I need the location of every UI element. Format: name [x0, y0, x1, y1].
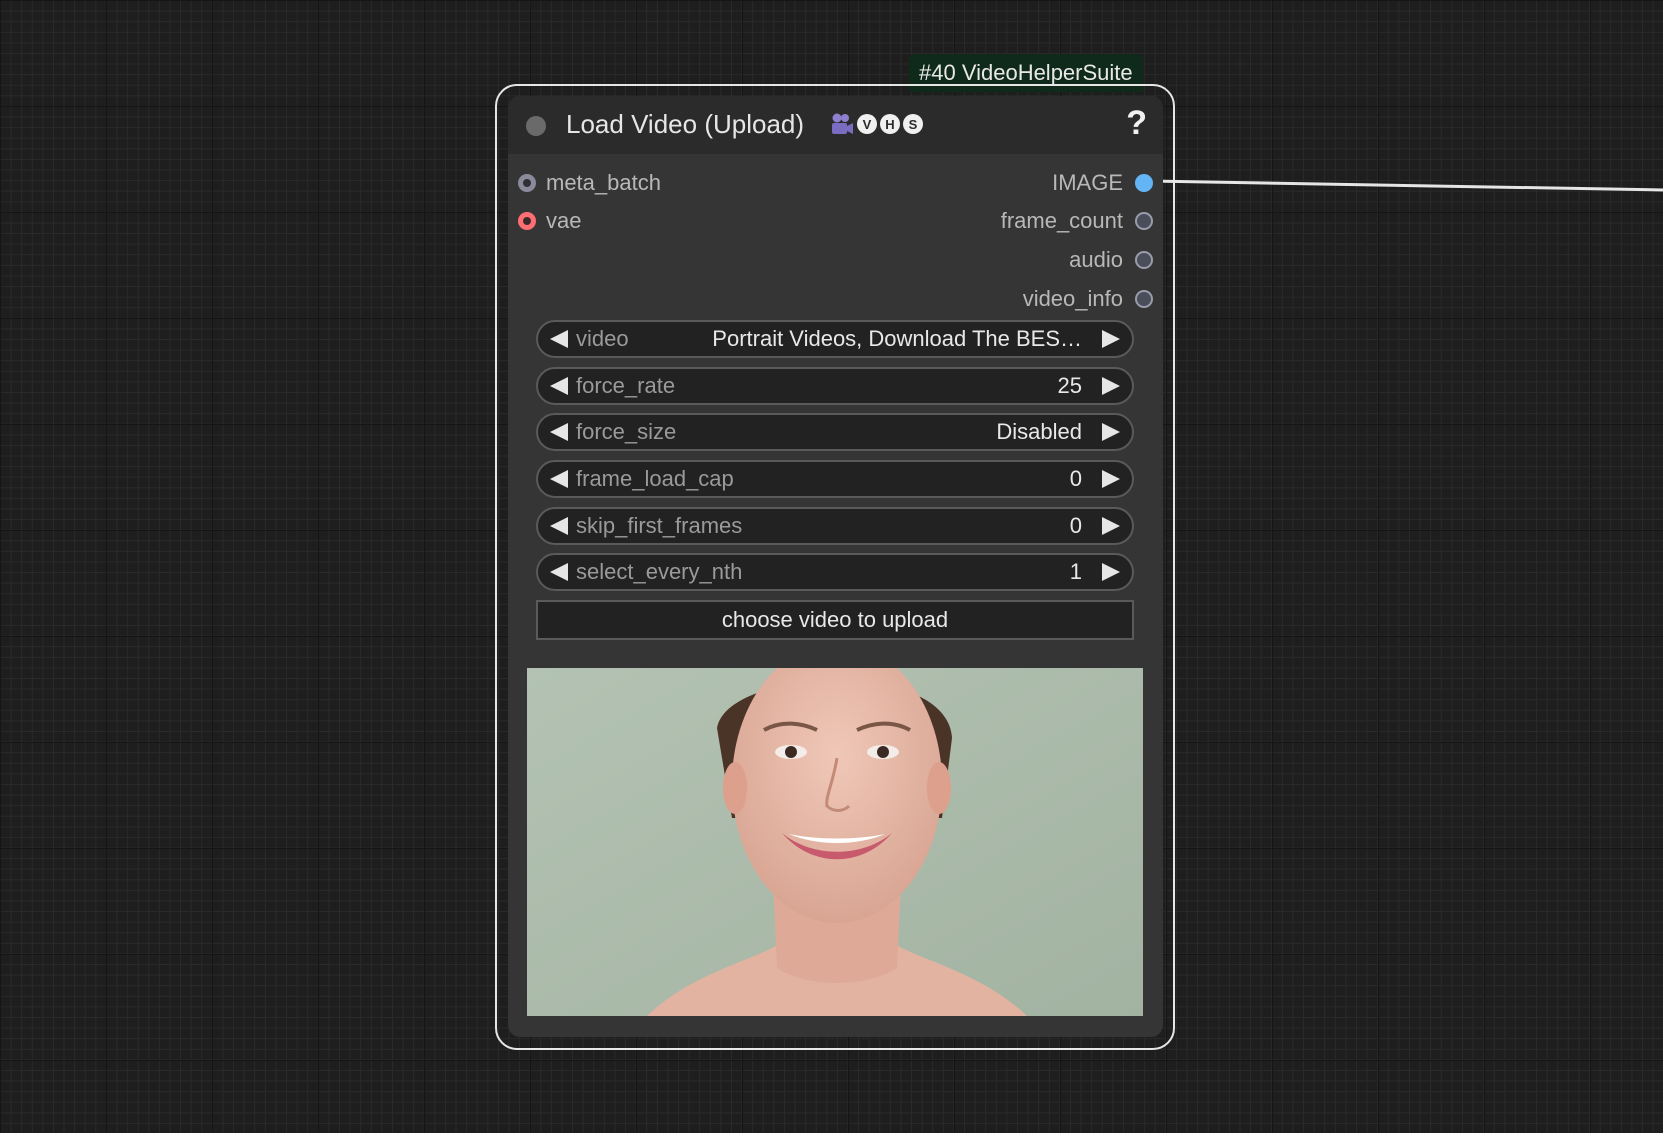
widget-video[interactable]: video Portrait Videos, Download The BES…	[536, 320, 1134, 358]
badge-s: S	[903, 114, 923, 134]
output-slot-frame-count[interactable]: frame_count	[1001, 206, 1153, 236]
decrement-arrow-icon[interactable]	[550, 377, 568, 395]
frame-count-socket[interactable]	[1135, 212, 1153, 230]
widget-label: force_rate	[576, 373, 676, 398]
load-video-node[interactable]: Load Video (Upload) V H S ? meta_batch v…	[508, 96, 1163, 1037]
widget-value: Disabled	[996, 419, 1082, 444]
widget-value: 0	[1069, 513, 1082, 538]
widget-skip-first-frames[interactable]: skip_first_frames 0	[536, 507, 1134, 545]
decrement-arrow-icon[interactable]	[550, 517, 568, 535]
input-label: vae	[546, 208, 582, 233]
increment-arrow-icon[interactable]	[1102, 517, 1120, 535]
widget-force-size[interactable]: force_size Disabled	[536, 413, 1134, 451]
output-slot-image[interactable]: IMAGE	[1052, 168, 1153, 198]
widget-label: frame_load_cap	[576, 466, 734, 491]
meta-batch-socket[interactable]	[518, 174, 536, 192]
video-preview-portrait-icon	[527, 668, 1143, 1016]
increment-arrow-icon[interactable]	[1102, 330, 1120, 348]
output-slot-video-info[interactable]: video_info	[1023, 284, 1153, 314]
choose-video-upload-button[interactable]: choose video to upload	[536, 600, 1134, 640]
badge-v: V	[857, 114, 877, 134]
decrement-arrow-icon[interactable]	[550, 330, 568, 348]
widget-frame-load-cap[interactable]: frame_load_cap 0	[536, 460, 1134, 498]
widget-label: select_every_nth	[576, 559, 743, 584]
increment-arrow-icon[interactable]	[1102, 470, 1120, 488]
vae-socket[interactable]	[518, 212, 536, 230]
output-label: IMAGE	[1052, 170, 1123, 195]
output-slot-audio[interactable]: audio	[1069, 245, 1153, 275]
increment-arrow-icon[interactable]	[1102, 563, 1120, 581]
video-preview[interactable]	[527, 668, 1143, 1016]
output-label: audio	[1069, 247, 1123, 272]
widget-label: skip_first_frames	[576, 513, 743, 538]
widget-force-rate[interactable]: force_rate 25	[536, 367, 1134, 405]
output-label: frame_count	[1000, 208, 1123, 233]
increment-arrow-icon[interactable]	[1102, 377, 1120, 395]
video-info-socket[interactable]	[1135, 290, 1153, 308]
decrement-arrow-icon[interactable]	[550, 563, 568, 581]
image-socket[interactable]	[1135, 174, 1153, 192]
widget-value: 0	[1069, 466, 1082, 491]
collapse-toggle[interactable]	[526, 116, 546, 136]
widget-value: 25	[1057, 373, 1082, 398]
increment-arrow-icon[interactable]	[1102, 423, 1120, 441]
help-icon[interactable]: ?	[1126, 104, 1147, 143]
camera-icon	[832, 113, 853, 134]
node-title: Load Video (Upload)	[566, 109, 805, 139]
widget-label: force_size	[576, 419, 677, 444]
decrement-arrow-icon[interactable]	[550, 470, 568, 488]
audio-socket[interactable]	[1135, 251, 1153, 269]
title-badges: V H S	[828, 111, 923, 137]
input-slot-meta-batch[interactable]: meta_batch	[518, 168, 661, 198]
widget-value: Portrait Videos, Download The BES…	[712, 326, 1082, 351]
node-header[interactable]: Load Video (Upload) V H S ?	[508, 96, 1163, 154]
widget-label: video	[576, 326, 629, 351]
decrement-arrow-icon[interactable]	[550, 423, 568, 441]
output-label: video_info	[1022, 286, 1123, 311]
input-slot-vae[interactable]: vae	[518, 206, 581, 236]
badge-h: H	[880, 114, 900, 134]
widget-select-every-nth[interactable]: select_every_nth 1	[536, 553, 1134, 591]
input-label: meta_batch	[546, 170, 661, 195]
widget-value: 1	[1069, 559, 1082, 584]
